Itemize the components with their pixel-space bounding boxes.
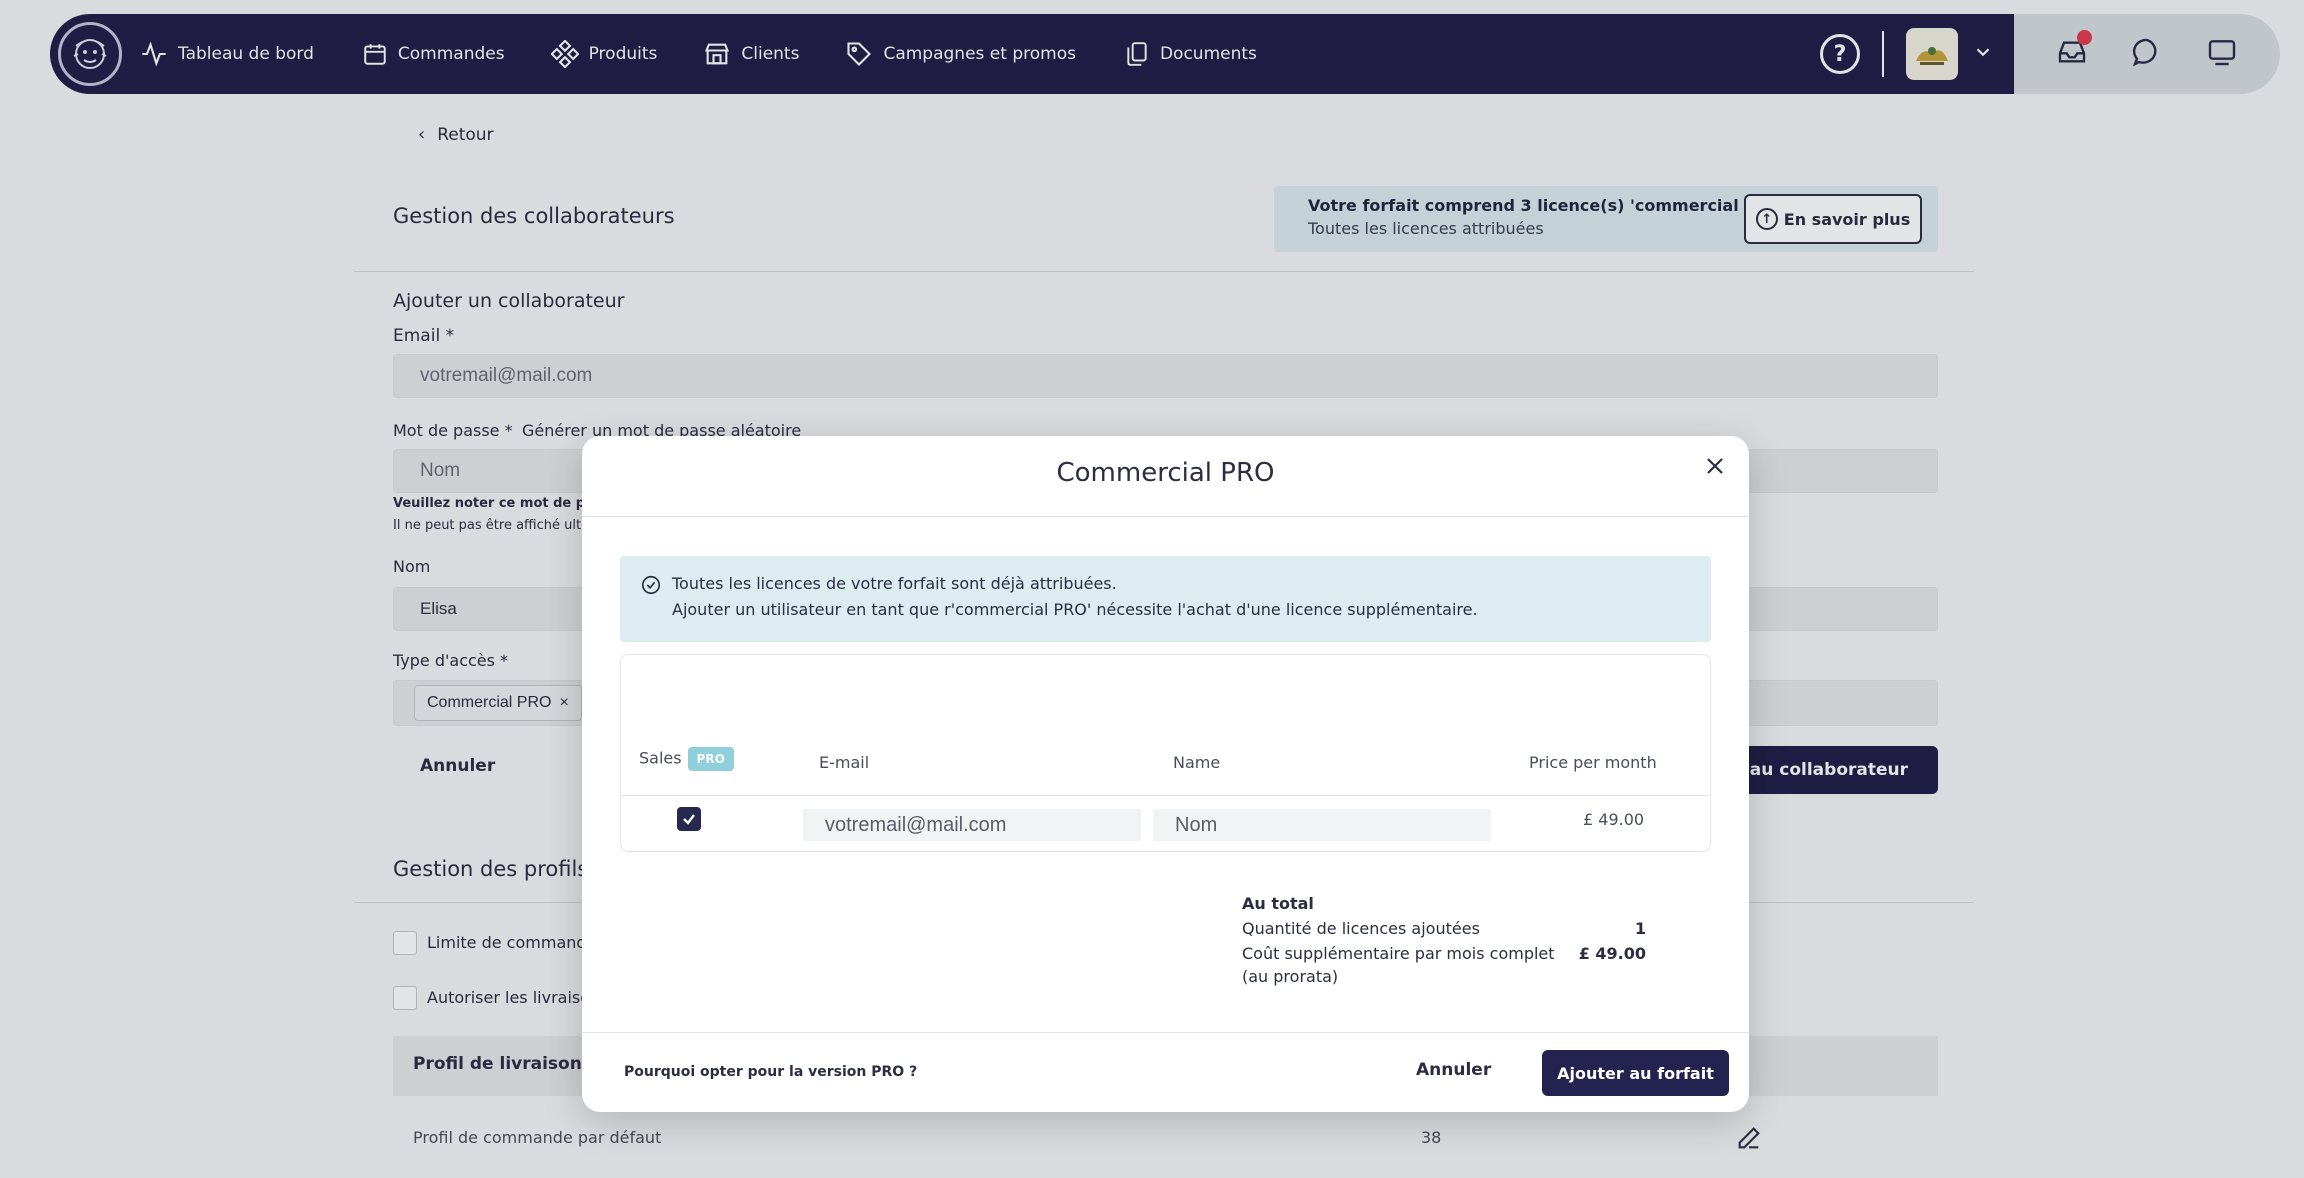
quantity-row: Quantité de licences ajoutées 1 <box>1242 919 1646 938</box>
email-column-header: E-mail <box>819 753 870 772</box>
sales-column-header: Sales PRO <box>639 747 734 771</box>
cost-value: £ 49.00 <box>1578 944 1646 963</box>
totals-heading: Au total <box>1242 894 1314 913</box>
cost-row: Coût supplémentaire par mois complet £ 4… <box>1242 944 1646 963</box>
why-pro-link[interactable]: Pourquoi opter pour la version PRO ? <box>624 1064 917 1080</box>
alert-line-1: Toutes les licences de votre forfait son… <box>672 574 1117 593</box>
price-column-header: Price per month <box>1529 753 1657 772</box>
modal-divider <box>582 516 1749 517</box>
checkmark-icon <box>683 814 695 825</box>
sales-header-label: Sales <box>639 748 682 768</box>
row-email-input[interactable]: votremail@mail.com <box>803 809 1141 841</box>
cost-label: Coût supplémentaire par mois complet <box>1242 944 1555 963</box>
cost-sub-label: (au prorata) <box>1242 967 1339 986</box>
totals-summary: Au total Quantité de licences ajoutées 1… <box>1242 894 1646 986</box>
modal-cancel-button[interactable]: Annuler <box>1416 1060 1491 1080</box>
license-alert: Toutes les licences de votre forfait son… <box>620 556 1711 642</box>
quantity-label: Quantité de licences ajoutées <box>1242 919 1480 938</box>
modal-divider <box>582 1032 1749 1033</box>
name-column-header: Name <box>1173 753 1221 772</box>
check-circle-icon <box>640 574 662 600</box>
add-to-plan-button[interactable]: Ajouter au forfait <box>1542 1050 1729 1096</box>
row-price: £ 49.00 <box>1583 810 1645 829</box>
close-icon[interactable] <box>1699 450 1731 482</box>
pro-badge: PRO <box>687 747 734 771</box>
table-divider <box>621 795 1710 796</box>
alert-line-2: Ajouter un utilisateur en tant que r'com… <box>672 600 1478 619</box>
sales-pro-checkbox[interactable] <box>677 807 701 831</box>
license-table: Sales PRO E-mail Name Price per month vot… <box>620 654 1711 852</box>
commercial-pro-modal: Commercial PRO Toutes les licences de vo… <box>582 436 1749 1112</box>
row-name-input[interactable]: Nom <box>1153 809 1491 841</box>
modal-title: Commercial PRO <box>1056 458 1275 488</box>
quantity-value: 1 <box>1634 919 1646 938</box>
